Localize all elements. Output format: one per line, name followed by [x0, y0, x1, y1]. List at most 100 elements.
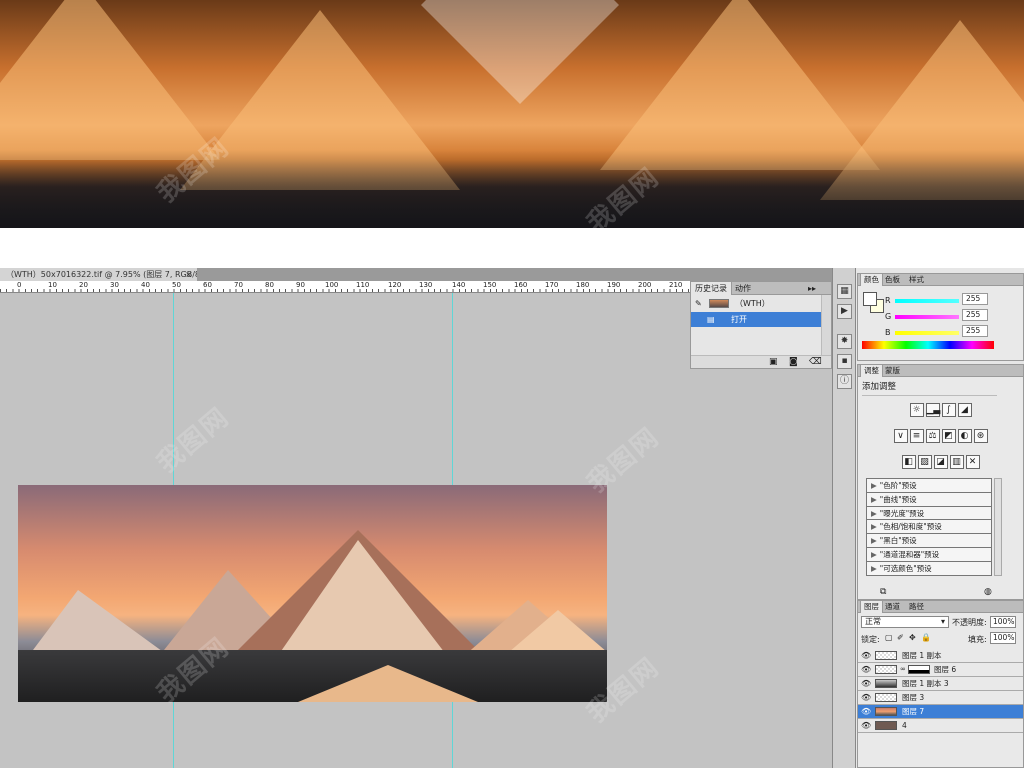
- expand-icon[interactable]: ▶: [871, 481, 877, 490]
- brightness-icon[interactable]: ☼: [909, 403, 924, 417]
- tab-channels[interactable]: 通道: [882, 601, 903, 613]
- lock-transparency-icon[interactable]: ▢: [885, 633, 893, 642]
- tab-masks[interactable]: 蒙版: [882, 365, 903, 377]
- list-item[interactable]: ▶ "可选颜色"预设: [867, 562, 991, 576]
- banner-image: [0, 0, 1024, 228]
- tab-color[interactable]: 颜色: [860, 274, 883, 286]
- black-white-icon[interactable]: ◩: [941, 429, 956, 443]
- camera-icon[interactable]: ◙: [789, 357, 798, 367]
- chevron-down-icon: ▾: [940, 617, 945, 626]
- red-value-input[interactable]: 255: [962, 293, 988, 305]
- exposure-icon[interactable]: ◢: [957, 403, 972, 417]
- eye-icon[interactable]: 👁: [861, 719, 871, 732]
- tab-history[interactable]: 历史记录: [691, 282, 732, 295]
- tab-adjustments[interactable]: 调整: [860, 365, 883, 377]
- layer-mask-thumbnail[interactable]: [908, 665, 930, 674]
- layer-row-selected[interactable]: 👁 图层 7: [858, 705, 1023, 719]
- brush-source-icon[interactable]: ✎: [695, 296, 702, 311]
- history-tabs: 历史记录 动作 ▸▸: [691, 282, 831, 295]
- expand-icon[interactable]: ▶: [871, 550, 877, 559]
- history-scrollbar[interactable]: [821, 295, 831, 355]
- lock-pixels-icon[interactable]: ✐: [897, 633, 904, 642]
- color-balance-icon[interactable]: ⚖: [925, 429, 940, 443]
- blend-mode-select[interactable]: 正常 ▾: [861, 616, 949, 628]
- tab-actions[interactable]: 动作: [731, 282, 755, 295]
- preset-label: "色相/饱和度"预设: [879, 522, 942, 532]
- expand-icon[interactable]: ▶: [871, 522, 877, 531]
- document-tab[interactable]: （WTH）50x7016322.tif @ 7.95% (图层 7, RGB/8…: [0, 268, 198, 281]
- eye-icon[interactable]: 👁: [861, 691, 871, 704]
- ruler-label: 0: [17, 281, 22, 289]
- history-dock-icon[interactable]: ▦: [837, 284, 852, 299]
- color-spectrum[interactable]: [862, 341, 994, 349]
- list-item[interactable]: ▶ "曝光度"预设: [867, 507, 991, 521]
- eye-icon[interactable]: 👁: [861, 663, 871, 676]
- eye-icon[interactable]: 👁: [861, 705, 871, 718]
- tab-swatches[interactable]: 色板: [882, 274, 903, 286]
- eye-icon[interactable]: 👁: [861, 649, 871, 662]
- green-value-input[interactable]: 255: [962, 309, 988, 321]
- blue-slider[interactable]: [895, 331, 959, 335]
- list-item[interactable]: ▶ "黑白"预设: [867, 534, 991, 548]
- tab-layers[interactable]: 图层: [860, 601, 883, 613]
- trash-icon[interactable]: ⌫: [809, 357, 822, 367]
- red-slider[interactable]: [895, 299, 959, 303]
- expand-icon[interactable]: ▶: [871, 564, 877, 573]
- snapshot-thumbnail: [709, 299, 729, 308]
- expand-icon[interactable]: ▶: [871, 509, 877, 518]
- list-item[interactable]: ▶ "色阶"预设: [867, 479, 991, 493]
- list-item[interactable]: ▶ "色相/饱和度"预设: [867, 520, 991, 535]
- presets-scrollbar[interactable]: [994, 478, 1002, 576]
- layer-row[interactable]: 👁 图层 1 副本: [858, 649, 1023, 663]
- vibrance-icon[interactable]: ∨: [893, 429, 908, 443]
- history-snapshot[interactable]: ✎ （WTH）50x7016322.tif: [691, 296, 821, 323]
- layer-row[interactable]: 👁 ∞ 图层 6: [858, 663, 1023, 677]
- adjust-footer-icon[interactable]: ◍: [984, 587, 992, 597]
- fill-label: 填充:: [968, 635, 987, 644]
- close-icon[interactable]: ×: [185, 268, 192, 281]
- histogram-dock-icon[interactable]: ▪: [837, 354, 852, 369]
- foreground-color-swatch[interactable]: [863, 292, 877, 306]
- layer-name: 图层 3: [902, 693, 925, 702]
- expand-icon[interactable]: ▶: [871, 495, 877, 504]
- navigator-dock-icon[interactable]: ✸: [837, 334, 852, 349]
- expand-icon[interactable]: ▶: [871, 536, 877, 545]
- ruler-label: 70: [234, 281, 243, 289]
- layer-row[interactable]: 👁 图层 3: [858, 691, 1023, 705]
- history-step[interactable]: ▤ 打开: [691, 312, 821, 327]
- green-slider[interactable]: [895, 315, 959, 319]
- tab-paths[interactable]: 路径: [906, 601, 927, 613]
- fill-input[interactable]: 100%: [990, 632, 1016, 644]
- levels-icon[interactable]: ▁▃: [925, 403, 940, 417]
- threshold-icon[interactable]: ◪: [933, 455, 948, 469]
- panel-menu-icon[interactable]: ▸▸: [804, 282, 820, 295]
- ruler-label: 10: [48, 281, 57, 289]
- list-item[interactable]: ▶ "通道混和器"预设: [867, 548, 991, 562]
- actions-dock-icon[interactable]: ▶: [837, 304, 852, 319]
- gradient-map-icon[interactable]: ▥: [949, 455, 964, 469]
- layer-row[interactable]: 👁 图层 1 副本 3: [858, 677, 1023, 691]
- ruler-label: 20: [79, 281, 88, 289]
- hue-saturation-icon[interactable]: ≡: [909, 429, 924, 443]
- posterize-icon[interactable]: ▨: [917, 455, 932, 469]
- channel-mixer-icon[interactable]: ⊛: [973, 429, 988, 443]
- lock-all-icon[interactable]: 🔒: [921, 633, 931, 642]
- opacity-input[interactable]: 100%: [990, 616, 1016, 628]
- curves-icon[interactable]: ∫: [941, 403, 956, 417]
- info-dock-icon[interactable]: ⓘ: [837, 374, 852, 389]
- clip-layer-icon[interactable]: ⧉: [880, 587, 886, 597]
- canvas-image[interactable]: [18, 485, 607, 702]
- selective-color-icon[interactable]: ✕: [965, 455, 980, 469]
- new-document-icon[interactable]: ▣: [769, 357, 778, 367]
- invert-icon[interactable]: ◧: [901, 455, 916, 469]
- lock-position-icon[interactable]: ✥: [909, 633, 916, 642]
- layer-row[interactable]: 👁 4: [858, 719, 1023, 733]
- layer-name: 图层 1 副本: [902, 651, 942, 660]
- adjust-icon-row: ☼ ▁▃ ∫ ◢: [858, 403, 1023, 421]
- tab-styles[interactable]: 样式: [906, 274, 927, 286]
- ruler-label: 30: [110, 281, 119, 289]
- eye-icon[interactable]: 👁: [861, 677, 871, 690]
- list-item[interactable]: ▶ "曲线"预设: [867, 493, 991, 507]
- photo-filter-icon[interactable]: ◐: [957, 429, 972, 443]
- blue-value-input[interactable]: 255: [962, 325, 988, 337]
